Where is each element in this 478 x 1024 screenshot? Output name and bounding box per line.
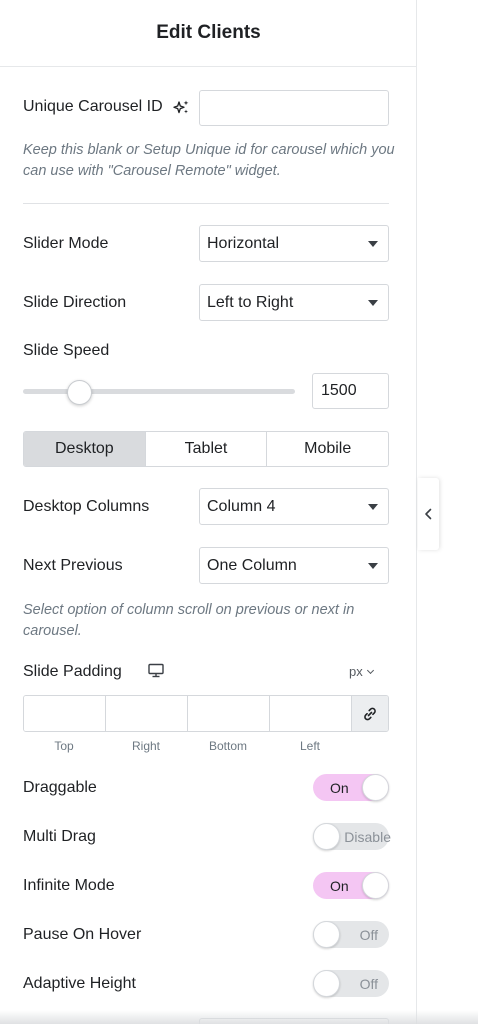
desktop-columns-label: Desktop Columns — [23, 498, 150, 515]
adaptive-height-toggle[interactable]: Off — [313, 970, 389, 997]
toggle-knob — [313, 921, 340, 948]
infinite-mode-label: Infinite Mode — [23, 877, 115, 894]
slide-padding-label: Slide Padding — [23, 663, 122, 680]
collapse-panel-button[interactable] — [418, 478, 439, 550]
chevron-down-icon — [368, 504, 378, 510]
adaptive-height-state: Off — [359, 976, 378, 992]
bottom-fade — [0, 1010, 478, 1024]
editor-panel: Edit Clients Unique Carousel ID Keep thi… — [0, 0, 417, 1024]
slider-mode-value: Horizontal — [207, 234, 280, 252]
toggle-knob — [362, 774, 389, 801]
unit-value: px — [349, 664, 363, 679]
slide-speed-handle[interactable] — [67, 380, 93, 405]
tab-mobile[interactable]: Mobile — [267, 432, 388, 466]
pause-on-hover-toggle[interactable]: Off — [313, 921, 389, 948]
padding-labels: Top Right Bottom Left — [23, 739, 351, 753]
draggable-toggle[interactable]: On — [313, 774, 389, 801]
monitor-icon[interactable] — [148, 663, 164, 678]
carousel-id-label: Unique Carousel ID — [23, 98, 163, 115]
page-title: Edit Clients — [156, 22, 261, 43]
chevron-down-icon — [366, 666, 374, 675]
desktop-columns-value: Column 4 — [207, 497, 276, 515]
padding-left-input[interactable] — [270, 696, 352, 731]
next-previous-label: Next Previous — [23, 557, 123, 574]
divider — [23, 203, 389, 204]
padding-left-label: Left — [299, 739, 320, 753]
link-icon — [364, 707, 376, 720]
slide-speed-input[interactable]: 1500 — [312, 373, 389, 409]
slide-direction-label: Slide Direction — [23, 294, 127, 311]
panel-header: Edit Clients — [0, 0, 417, 67]
next-previous-value: One Column — [207, 556, 297, 574]
toggle-knob — [362, 872, 389, 899]
carousel-id-input[interactable] — [199, 90, 389, 126]
slider-mode-label: Slider Mode — [23, 235, 109, 252]
padding-right-label: Right — [131, 739, 160, 753]
toggle-knob — [313, 823, 340, 850]
next-previous-hint: Select option of column scroll on previo… — [23, 602, 355, 639]
slide-direction-value: Left to Right — [207, 293, 294, 311]
link-values-button[interactable] — [352, 696, 388, 731]
infinite-mode-toggle[interactable]: On — [313, 872, 389, 899]
chevron-left-icon — [425, 508, 432, 520]
slide-direction-select[interactable]: Left to Right — [199, 284, 389, 321]
carousel-id-hint: Keep this blank or Setup Unique id for c… — [23, 142, 395, 179]
multi-drag-label: Multi Drag — [23, 828, 96, 845]
multi-drag-state: Disable — [344, 829, 391, 845]
toggle-knob — [313, 970, 340, 997]
padding-right-input[interactable] — [106, 696, 188, 731]
chevron-down-icon — [368, 300, 378, 306]
slide-speed-label: Slide Speed — [23, 342, 110, 359]
adaptive-height-label: Adaptive Height — [23, 975, 136, 992]
tab-desktop[interactable]: Desktop — [24, 432, 146, 466]
desktop-columns-select[interactable]: Column 4 — [199, 488, 389, 525]
slide-speed-track[interactable] — [23, 389, 295, 394]
draggable-state: On — [330, 780, 349, 796]
pause-on-hover-label: Pause On Hover — [23, 926, 142, 943]
padding-bottom-input[interactable] — [188, 696, 270, 731]
draggable-label: Draggable — [23, 779, 97, 796]
padding-top-input[interactable] — [24, 696, 106, 731]
chevron-down-icon — [368, 241, 378, 247]
multi-drag-toggle[interactable]: Disable — [313, 823, 391, 850]
chevron-down-icon — [368, 563, 378, 569]
padding-top-label: Top — [54, 739, 74, 753]
tab-tablet[interactable]: Tablet — [146, 432, 268, 466]
pause-on-hover-state: Off — [359, 927, 378, 943]
next-previous-select[interactable]: One Column — [199, 547, 389, 584]
padding-bottom-label: Bottom — [208, 739, 247, 753]
padding-inputs — [23, 695, 389, 732]
slider-mode-select[interactable]: Horizontal — [199, 225, 389, 262]
unit-selector[interactable]: px — [349, 664, 374, 679]
infinite-mode-state: On — [330, 878, 349, 894]
ai-sparkle-icon[interactable] — [173, 99, 190, 116]
device-tabs: Desktop Tablet Mobile — [23, 431, 389, 467]
